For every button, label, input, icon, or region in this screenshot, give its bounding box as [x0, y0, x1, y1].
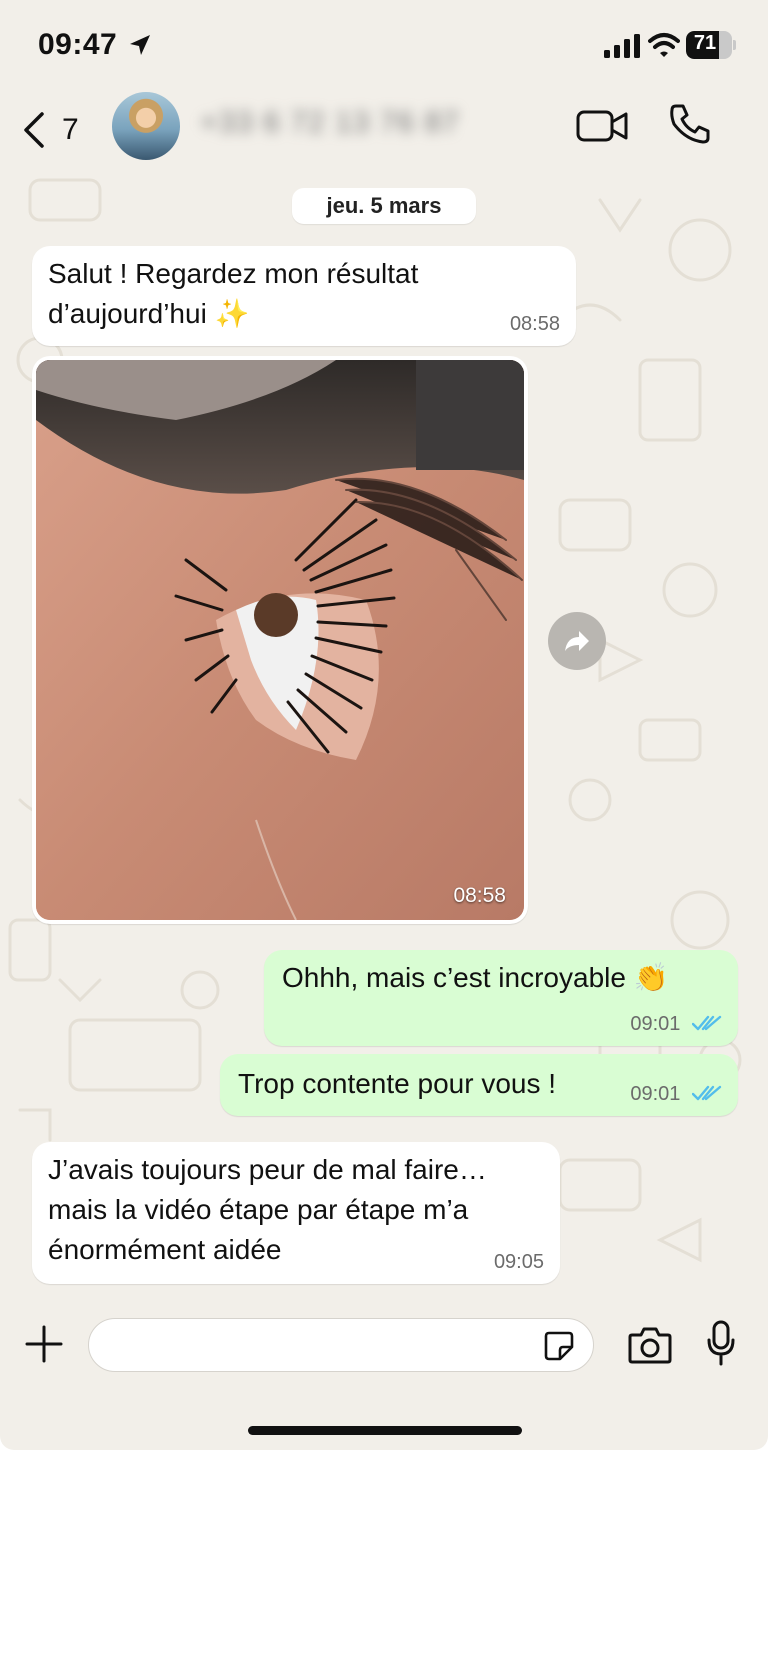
home-indicator[interactable] — [248, 1426, 522, 1435]
battery-icon: 71 — [686, 31, 736, 59]
message-text: J’avais toujours peur de mal faire… mais… — [48, 1154, 487, 1265]
message-text: Ohhh, mais c’est incroyable 👏 — [282, 962, 669, 993]
forward-button[interactable] — [548, 612, 606, 670]
eyelash-photo — [36, 360, 524, 920]
message-bubble-incoming[interactable]: J’avais toujours peur de mal faire… mais… — [32, 1142, 560, 1284]
forward-icon — [565, 631, 589, 651]
phone-icon[interactable] — [668, 102, 712, 146]
message-meta: 09:01 — [630, 1083, 722, 1106]
battery-percent: 71 — [693, 32, 717, 54]
message-input[interactable] — [107, 1329, 527, 1363]
message-text: Trop contente pour vous ! — [238, 1068, 557, 1099]
chat-header: 7 +33 6 72 13 76 87 — [0, 88, 768, 168]
message-time: 08:58 — [509, 313, 560, 335]
message-photo[interactable]: 08:58 — [36, 360, 524, 920]
image-time: 08:58 — [453, 884, 506, 907]
mic-icon[interactable] — [706, 1320, 736, 1366]
camera-icon[interactable] — [628, 1326, 672, 1364]
video-call-icon[interactable] — [576, 108, 628, 144]
read-ticks-icon — [692, 1085, 722, 1101]
status-bar: 09:47 71 — [0, 0, 768, 90]
message-time: 09:05 — [493, 1251, 544, 1273]
plus-icon[interactable] — [24, 1324, 64, 1364]
message-meta: 09:01 — [630, 1013, 722, 1036]
contact-name[interactable]: +33 6 72 13 76 87 — [200, 106, 460, 140]
message-input-box[interactable] — [88, 1318, 594, 1372]
contact-avatar[interactable] — [112, 92, 180, 160]
message-bubble-outgoing[interactable]: Ohhh, mais c’est incroyable 👏 09:01 — [264, 950, 738, 1046]
back-button[interactable]: 7 — [22, 110, 82, 150]
message-time: 09:01 — [630, 1013, 681, 1035]
date-separator: jeu. 5 mars — [292, 188, 476, 224]
message-bubble-outgoing[interactable]: Trop contente pour vous ! 09:01 — [220, 1054, 738, 1116]
chat-screen: 09:47 71 7 +33 6 72 13 76 87 jeu. 5 mars… — [0, 0, 768, 1450]
location-arrow-icon — [130, 35, 150, 55]
sticker-icon[interactable] — [543, 1330, 575, 1362]
image-message-bubble[interactable]: 08:58 — [32, 356, 528, 924]
message-text: Salut ! Regardez mon résultat d’aujourd’… — [48, 258, 419, 329]
signal-icon — [604, 34, 640, 58]
back-chevron-icon — [24, 112, 44, 148]
message-time: 09:01 — [630, 1083, 681, 1105]
status-time: 09:47 — [38, 28, 118, 61]
message-bubble-incoming[interactable]: Salut ! Regardez mon résultat d’aujourd’… — [32, 246, 576, 346]
read-ticks-icon — [692, 1015, 722, 1031]
unread-count: 7 — [62, 113, 79, 146]
wifi-icon — [648, 33, 680, 57]
